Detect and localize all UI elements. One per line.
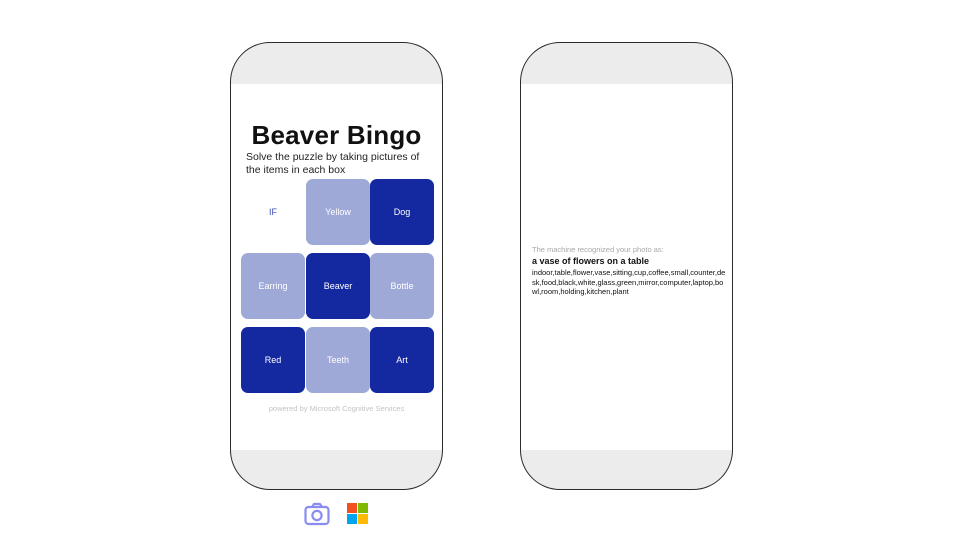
result-caption: a vase of flowers on a table: [532, 256, 650, 266]
bingo-cell[interactable]: Beaver: [306, 253, 370, 319]
bingo-cell[interactable]: Dog: [370, 179, 434, 245]
bingo-grid: IF Yellow Dog Earring Beaver Bottle Red …: [241, 179, 435, 393]
bingo-cell-label: Red: [264, 355, 282, 365]
result-intro: The machine recognized your photo as:: [532, 245, 664, 254]
bingo-screen: Beaver Bingo Solve the puzzle by taking …: [231, 84, 442, 450]
bingo-cell[interactable]: Art: [370, 327, 434, 393]
result-tags: indoor,table,flower,vase,sitting,cup,cof…: [532, 268, 726, 296]
bingo-cell[interactable]: Bottle: [370, 253, 434, 319]
bingo-cell[interactable]: Teeth: [306, 327, 370, 393]
bingo-cell-label: Yellow: [325, 207, 351, 217]
bingo-cell[interactable]: IF: [241, 179, 305, 245]
bingo-cell-label: Art: [396, 355, 408, 365]
bingo-cell-label: Teeth: [326, 355, 350, 365]
bingo-cell[interactable]: Earring: [241, 253, 305, 319]
bingo-cell-label: Bottle: [390, 281, 414, 291]
bingo-cell-label: IF: [269, 207, 277, 217]
bingo-cell-label: Earring: [258, 281, 288, 291]
bingo-cell-label: Beaver: [323, 281, 353, 291]
result-screen: The machine recognized your photo as: a …: [521, 84, 732, 450]
powered-by-text: powered by Microsoft Cognitive Services: [268, 404, 405, 413]
subtitle: Solve the puzzle by taking pictures of t…: [246, 151, 420, 176]
phone-left: Beaver Bingo Solve the puzzle by taking …: [230, 42, 443, 490]
bingo-cell-label: Dog: [393, 207, 411, 217]
recognition-result: The machine recognized your photo as: a …: [532, 245, 726, 297]
phone-right: The machine recognized your photo as: a …: [520, 42, 733, 490]
bingo-cell[interactable]: Red: [241, 327, 305, 393]
microsoft-logo-icon: [347, 503, 368, 524]
page-title: Beaver Bingo: [251, 120, 422, 150]
camera-icon[interactable]: [304, 502, 330, 526]
bingo-cell[interactable]: Yellow: [306, 179, 370, 245]
